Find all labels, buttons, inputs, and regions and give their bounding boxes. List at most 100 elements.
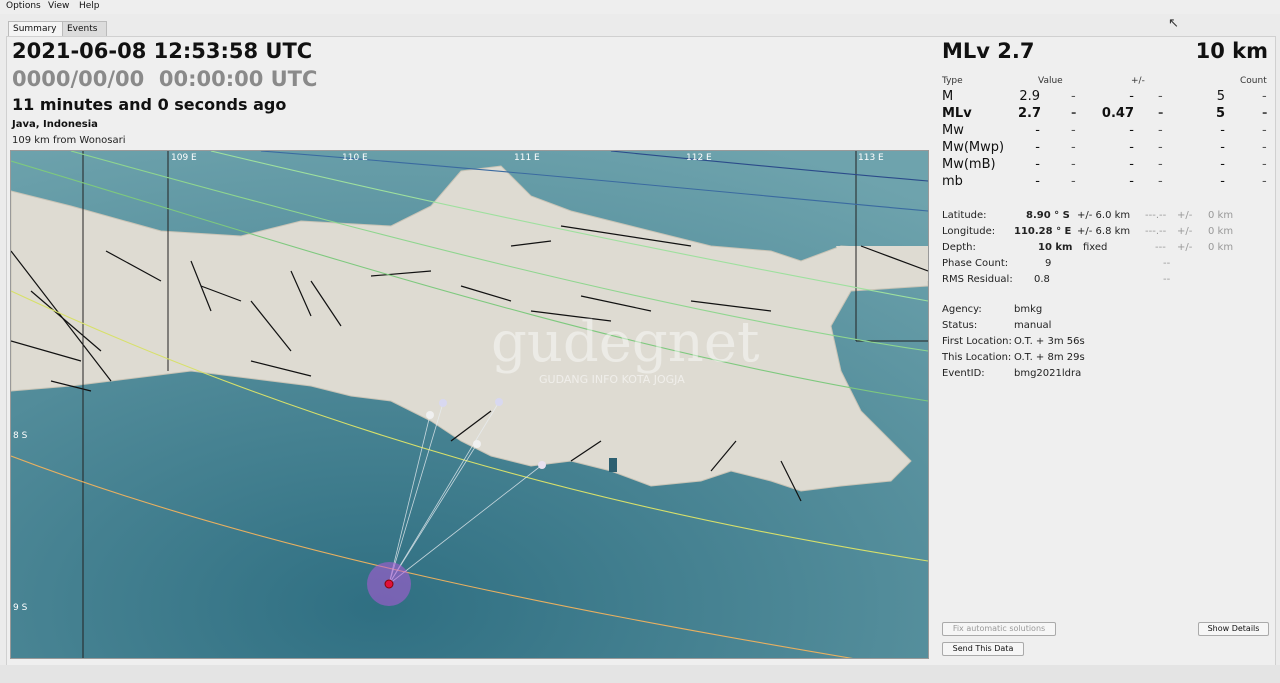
latitude-value: 8.90 ° S (1026, 210, 1070, 221)
station-marker[interactable] (538, 461, 546, 469)
depth-title: 10 km (1195, 39, 1268, 63)
watermark-subtitle: GUDANG INFO KOTA JOGJA (539, 373, 685, 386)
fix-automatic-button[interactable]: Fix automatic solutions (942, 622, 1056, 636)
magnitude-cell-c3: - (1262, 157, 1267, 172)
magnitude-cell-c1: - (1071, 106, 1077, 121)
longitude-label: Longitude: (942, 226, 996, 237)
magnitude-cell-count: - (1220, 123, 1225, 138)
lon-label-111: 111 E (514, 153, 540, 163)
status-bar (0, 665, 1280, 683)
magnitude-cell-c1: - (1071, 140, 1076, 155)
magnitude-cell-type: Mw(mB) (942, 157, 996, 172)
lon-label-110: 110 E (342, 153, 368, 163)
rms-value: 0.8 (1034, 274, 1050, 285)
first-location-value: O.T. + 3m 56s (1014, 336, 1085, 347)
magnitude-cell-value: - (1035, 123, 1040, 138)
mouse-cursor-icon: ↖ (1168, 16, 1179, 31)
col-header-type: Type (942, 76, 963, 86)
magnitude-row[interactable]: Mw - - - - - - (0, 123, 1267, 139)
magnitude-cell-c3: - (1262, 140, 1267, 155)
show-details-button[interactable]: Show Details (1198, 622, 1269, 636)
menu-bar: Options View Help (0, 0, 1280, 14)
magnitude-cell-c1: - (1071, 157, 1076, 172)
rms-label: RMS Residual: (942, 274, 1013, 285)
magnitude-cell-c2: - (1158, 157, 1163, 172)
latitude-alt-unc: 0 km (1208, 210, 1234, 221)
magnitude-title: MLv 2.7 (942, 39, 1035, 63)
magnitude-cell-count: 5 (1216, 89, 1225, 104)
magnitude-cell-type: Mw (942, 123, 964, 138)
magnitude-cell-type: M (942, 89, 954, 104)
status-label: Status: (942, 320, 978, 331)
event-id-value: bmg2021ldra (1014, 368, 1082, 379)
depth-uncertainty: fixed (1083, 242, 1108, 253)
magnitude-row[interactable]: Mw(mB) - - - - - - (0, 157, 1267, 173)
magnitude-cell-c1: - (1071, 174, 1076, 189)
magnitude-cell-c2: - (1158, 89, 1163, 104)
event-map[interactable]: 109 E 110 E 111 E 112 E 113 E 8 S 9 S gu… (10, 150, 929, 659)
station-marker[interactable] (473, 440, 481, 448)
magnitude-cell-c3: - (1262, 123, 1267, 138)
magnitude-cell-pm: 0.47 (1101, 106, 1134, 121)
magnitude-cell-value: 2.7 (1018, 106, 1042, 121)
phase-count-label: Phase Count: (942, 258, 1009, 269)
magnitude-cell-c2: - (1158, 106, 1164, 121)
magnitude-cell-c3: - (1262, 106, 1268, 121)
magnitude-row[interactable]: mb - - - - - - (0, 174, 1267, 190)
alt-origin-time: 0000/00/00 00:00:00 UTC (12, 67, 318, 91)
agency-value: bmkg (1014, 304, 1043, 315)
magnitude-cell-type: mb (942, 174, 963, 189)
magnitude-cell-c3: - (1262, 89, 1267, 104)
madura-island (836, 246, 928, 281)
station-marker[interactable] (426, 411, 434, 419)
magnitude-cell-c2: - (1158, 174, 1163, 189)
magnitude-cell-pm: - (1129, 123, 1134, 138)
station-marker-square[interactable] (609, 458, 617, 472)
depth-value: 10 km (1038, 242, 1073, 253)
this-location-label: This Location: (942, 352, 1012, 363)
magnitude-cell-c2: - (1158, 123, 1163, 138)
depth-alt: --- (1155, 242, 1166, 253)
phase-count-value: 9 (1045, 258, 1052, 269)
magnitude-row[interactable]: M 2.9 - - - 5 - (0, 89, 1267, 105)
magnitude-cell-value: 2.9 (1019, 89, 1040, 104)
magnitude-cell-type: Mw(Mwp) (942, 140, 1005, 155)
magnitude-cell-pm: - (1129, 174, 1134, 189)
tab-events[interactable]: Events (62, 21, 107, 36)
station-marker[interactable] (439, 399, 447, 407)
first-location-label: First Location: (942, 336, 1012, 347)
menu-view[interactable]: View (48, 1, 69, 11)
col-header-count: Count (1240, 76, 1267, 86)
station-marker[interactable] (495, 398, 503, 406)
menu-help[interactable]: Help (79, 1, 100, 11)
rms-alt: -- (1163, 274, 1171, 285)
menu-options[interactable]: Options (6, 1, 41, 11)
col-header-value: Value (1038, 76, 1063, 86)
lon-label-112: 112 E (686, 153, 712, 163)
tab-summary[interactable]: Summary (8, 21, 63, 36)
longitude-alt: ---.-- (1145, 226, 1167, 237)
longitude-value: 110.28 ° E (1014, 226, 1072, 237)
magnitude-cell-value: - (1035, 174, 1040, 189)
depth-label: Depth: (942, 242, 976, 253)
status-value: manual (1014, 320, 1052, 331)
watermark: gudegnet (491, 310, 760, 375)
epicenter-marker[interactable] (384, 579, 394, 589)
magnitude-cell-pm: - (1129, 157, 1134, 172)
longitude-alt-unc: 0 km (1208, 226, 1234, 237)
magnitude-row[interactable]: MLv 2.7 - 0.47 - 5 - (0, 106, 1267, 122)
magnitude-cell-value: - (1035, 140, 1040, 155)
magnitude-cell-type: MLv (942, 106, 972, 121)
magnitude-cell-c1: - (1071, 89, 1076, 104)
depth-alt-pm: +/- (1177, 242, 1193, 253)
agency-label: Agency: (942, 304, 982, 315)
magnitude-cell-count: - (1220, 140, 1225, 155)
longitude-uncertainty: +/- 6.8 km (1077, 226, 1131, 237)
latitude-uncertainty: +/- 6.0 km (1077, 210, 1131, 221)
this-location-value: O.T. + 8m 29s (1014, 352, 1085, 363)
magnitude-cell-count: - (1220, 157, 1225, 172)
magnitude-row[interactable]: Mw(Mwp) - - - - - - (0, 140, 1267, 156)
send-data-button[interactable]: Send This Data (942, 642, 1024, 656)
col-header-pm: +/- (1131, 76, 1145, 86)
longitude-alt-pm: +/- (1177, 226, 1193, 237)
